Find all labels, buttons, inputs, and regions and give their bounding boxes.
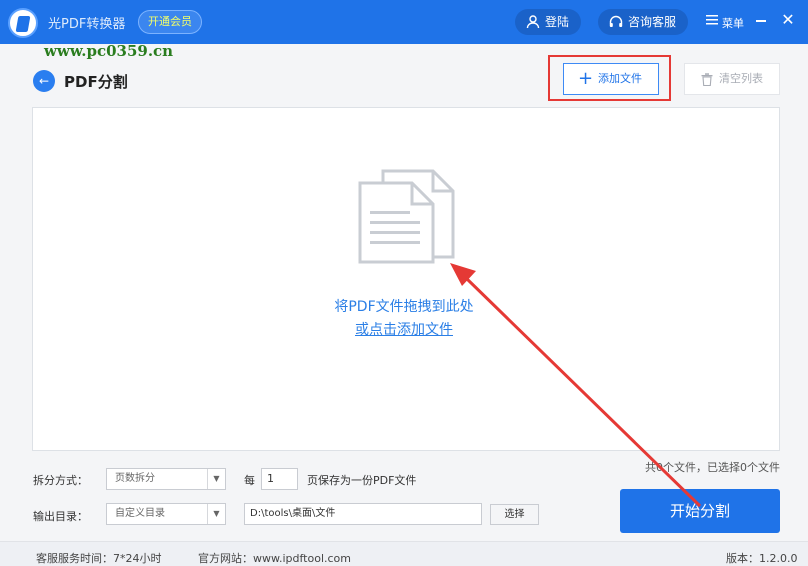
version-text: 版本：1.2.0.0 <box>726 552 798 565</box>
app-title: 光PDF转换器 <box>48 17 126 32</box>
clear-list-label: 清空列表 <box>719 72 763 85</box>
app-logo-icon <box>8 8 38 38</box>
click-add-file-link-wrap: 或点击添加文件 <box>0 319 808 339</box>
pages-suffix-label: 页保存为一份PDF文件 <box>307 474 417 487</box>
headset-icon <box>609 15 623 27</box>
output-path-input[interactable]: D:\tools\桌面\文件 <box>244 503 482 525</box>
choose-directory-button[interactable]: 选择 <box>490 504 539 525</box>
menu-icon[interactable] <box>706 14 718 26</box>
close-icon[interactable]: ✕ <box>780 12 796 28</box>
title-bar: 光PDF转换器 开通会员 登陆 咨询客服 菜单 ✕ <box>0 0 808 44</box>
file-count-status: 共0个文件，已选择0个文件 <box>645 461 780 474</box>
click-add-file-link[interactable]: 或点击添加文件 <box>355 322 453 338</box>
output-dir-select[interactable]: 自定义目录 ▼ <box>106 503 226 525</box>
split-mode-label: 拆分方式： <box>33 474 88 487</box>
service-hours-text: 客服服务时间：7*24小时 <box>36 552 162 565</box>
file-drop-zone[interactable] <box>32 107 780 451</box>
user-icon <box>526 15 540 29</box>
watermark-text: www.pc0359.cn <box>44 42 174 60</box>
every-label: 每 <box>244 474 255 487</box>
footer-bar: 客服服务时间：7*24小时 官方网站：www.ipdftool.com 版本：1… <box>0 541 808 566</box>
split-mode-value: 页数拆分 <box>115 473 155 484</box>
chevron-down-icon: ▼ <box>207 504 225 524</box>
drop-hint: 将PDF文件拖拽到此处 <box>334 299 474 315</box>
trash-icon <box>701 73 713 86</box>
page-title: PDF分割 <box>64 73 128 91</box>
output-dir-label: 输出目录： <box>33 510 88 523</box>
open-vip-button[interactable]: 开通会员 <box>138 10 202 34</box>
output-dir-value: 自定义目录 <box>115 508 165 519</box>
minimize-icon[interactable] <box>756 20 766 22</box>
service-label: 咨询客服 <box>628 15 677 29</box>
clear-list-button[interactable]: 清空列表 <box>684 63 780 95</box>
chevron-down-icon: ▼ <box>207 469 225 489</box>
pages-per-file-input[interactable]: 1 <box>261 468 298 490</box>
back-arrow-icon[interactable]: ← <box>33 70 55 92</box>
documents-icon <box>358 169 455 264</box>
highlight-annotation-box <box>548 55 671 101</box>
login-label: 登陆 <box>545 15 570 29</box>
official-website-text: 官方网站：www.ipdftool.com <box>198 552 351 565</box>
start-split-button[interactable]: 开始分割 <box>620 489 780 533</box>
split-mode-select[interactable]: 页数拆分 ▼ <box>106 468 226 490</box>
menu-label[interactable]: 菜单 <box>722 15 744 31</box>
login-button[interactable]: 登陆 <box>515 9 581 35</box>
customer-service-button[interactable]: 咨询客服 <box>598 9 688 35</box>
